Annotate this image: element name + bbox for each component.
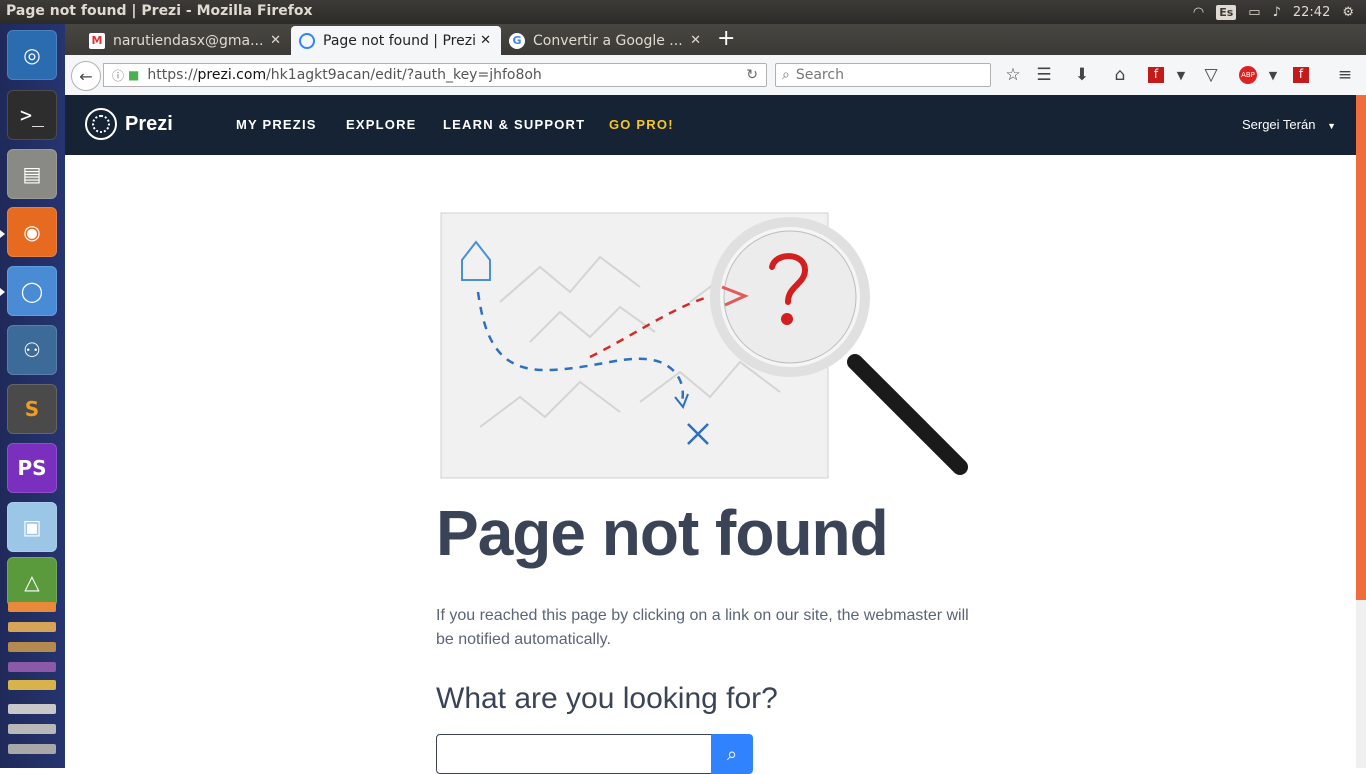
gear-icon[interactable]: ⚙ [1342,5,1354,20]
site-search-button[interactable]: ⌕ [711,734,753,774]
brand-name: Prezi [125,112,173,135]
search-icon: ⌕ [726,743,738,765]
google-icon: G [509,32,525,49]
new-tab-button[interactable]: + [717,26,735,51]
tab-label: Page not found | Prezi [323,32,476,49]
reload-icon[interactable]: ↻ [746,67,758,83]
bookmark-star-icon[interactable]: ☆ [1003,65,1023,85]
pgadmin-icon[interactable]: ⚇ [7,325,57,375]
tab-bar: M narutiendasx@gma... ✕ Page not found |… [65,24,1366,55]
site-header: Prezi MY PREZIS EXPLORE LEARN & SUPPORT … [65,95,1356,155]
software-center-icon[interactable] [8,602,56,612]
tab-label: narutiendasx@gma... [113,32,264,49]
page-title: Page not found [436,497,889,569]
battery-icon[interactable]: ▭ [1248,5,1260,20]
virtualbox-icon[interactable]: ▣ [7,502,57,552]
scrollbar-thumb[interactable] [1356,95,1366,600]
caret-down-icon: ▼ [1327,121,1336,131]
menu-icon[interactable]: ≡ [1335,65,1355,85]
url-domain: prezi.com [197,67,267,83]
flash-icon[interactable]: f [1293,67,1309,83]
navigation-bar: ← ⓘ ■ https://prezi.com/hk1agkt9acan/edi… [65,55,1366,96]
close-icon[interactable]: ✕ [690,33,701,48]
stacked-app-icon[interactable] [8,704,56,714]
notice-paragraph: If you reached this page by clicking on … [436,607,969,648]
flash-icon[interactable]: f [1148,67,1164,83]
stacked-app-icon[interactable] [8,662,56,672]
url-path: /hk1agkt9acan/edit/?auth_key=jhfo8oh [266,67,542,83]
keyboard-layout-indicator[interactable]: Es [1216,4,1237,20]
stacked-app-icon[interactable] [8,744,56,754]
url-bar[interactable]: ⓘ ■ https://prezi.com/hk1agkt9acan/edit/… [103,63,767,87]
prezi-logo[interactable]: Prezi [85,108,173,140]
home-icon[interactable]: ⌂ [1110,65,1130,85]
wifi-icon[interactable]: ◠ [1193,5,1204,20]
nav-explore[interactable]: EXPLORE [346,117,417,132]
info-icon[interactable]: ⓘ [112,67,124,84]
sublime-text-icon[interactable]: S [7,384,57,434]
nav-my-prezis[interactable]: MY PREZIS [236,117,317,132]
site-search-input[interactable] [436,734,712,774]
android-studio-icon[interactable]: △ [7,557,57,607]
launcher: ◎ >_ ▤ ◉ ◯ ⚇ S PS ▣ △ [0,24,65,768]
tab-google[interactable]: G Convertir a Google ... ✕ [501,26,711,55]
url-scheme: https:// [147,67,198,83]
adblock-icon[interactable]: ABP [1239,66,1257,84]
terminal-icon[interactable]: >_ [7,90,57,140]
close-icon[interactable]: ✕ [480,33,491,48]
nav-go-pro[interactable]: GO PRO! [609,117,674,132]
gmail-icon: M [89,32,105,49]
user-name: Sergei Terán [1241,117,1316,132]
nav-learn-support[interactable]: LEARN & SUPPORT [443,117,585,132]
window-title: Page not found | Prezi - Mozilla Firefox [6,3,313,19]
pocket-icon[interactable]: ▽ [1201,65,1221,85]
update-manager-icon[interactable] [8,622,56,632]
back-button[interactable]: ← [71,61,101,91]
stacked-app-icon[interactable] [8,680,56,690]
search-input[interactable]: ⌕ Search [775,63,991,87]
prezi-logo-icon [85,108,117,140]
chromium-icon[interactable]: ◯ [7,266,57,316]
user-menu[interactable]: Sergei Terán ▼ [1242,117,1336,132]
system-tray: ◠ Es ▭ ♪ 22:42 ⚙ [1193,0,1366,24]
lock-icon[interactable]: ■ [128,68,139,82]
chevron-down-icon[interactable]: ▼ [1263,69,1283,82]
reading-list-icon[interactable]: ☰ [1034,65,1054,85]
clock[interactable]: 22:42 [1293,5,1330,20]
top-panel: Page not found | Prezi - Mozilla Firefox… [0,0,1366,24]
tab-label: Convertir a Google ... [533,32,683,49]
files-icon[interactable]: ▤ [7,149,57,199]
firefox-icon[interactable]: ◉ [7,207,57,257]
tab-gmail[interactable]: M narutiendasx@gma... ✕ [81,26,291,55]
search-heading: What are you looking for? [436,682,778,715]
stacked-app-icon[interactable] [8,724,56,734]
dash-icon[interactable]: ◎ [7,30,57,80]
tab-prezi[interactable]: Page not found | Prezi ✕ [291,26,501,55]
close-icon[interactable]: ✕ [270,33,281,48]
volume-icon[interactable]: ♪ [1273,5,1281,20]
phpstorm-icon[interactable]: PS [7,443,57,493]
search-placeholder: Search [795,67,844,83]
stacked-app-icon[interactable] [8,642,56,652]
not-found-illustration [440,212,968,479]
chevron-down-icon[interactable]: ▼ [1171,69,1191,82]
search-icon: ⌕ [782,67,790,83]
prezi-icon [299,32,315,49]
download-icon[interactable]: ⬇ [1072,65,1092,85]
